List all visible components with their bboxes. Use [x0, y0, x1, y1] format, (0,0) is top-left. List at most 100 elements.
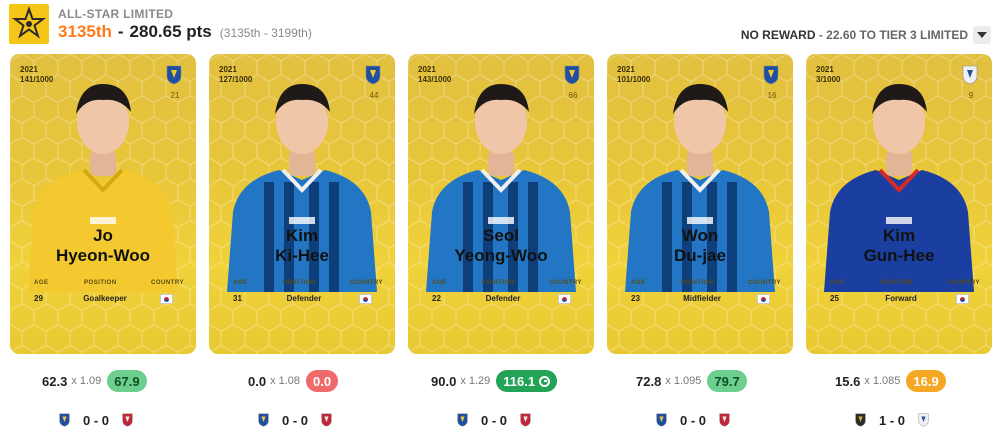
club-badge-wrap [166, 65, 182, 85]
match-result[interactable]: 0 - 0 [456, 412, 532, 428]
player-age: 29 [34, 294, 43, 303]
ulsan-club-icon [365, 65, 381, 85]
player-name: Jo Hyeon-Woo [10, 226, 196, 266]
base-score: 62.3 [42, 373, 68, 389]
total-score-badge[interactable]: 0.0 [306, 370, 339, 392]
player-first-name: Seol [483, 226, 519, 245]
reward-status: NO REWARD - 22.60 TO TIER 3 LIMITED [741, 28, 968, 42]
club-badge-wrap [962, 65, 978, 85]
total-score-badge[interactable]: 16.9 [906, 370, 946, 392]
total-score-badge[interactable]: 116.1 [496, 370, 558, 392]
league-logo-icon [9, 4, 49, 44]
country-label: COUNTRY [151, 280, 184, 286]
card-season: 2021 [20, 65, 38, 74]
player-last-name: Du-jae [674, 246, 726, 265]
home-team-wrap [655, 413, 668, 427]
south-korea-flag-icon [757, 294, 770, 304]
stat-labels: AGE POSITION COUNTRY [806, 280, 992, 290]
south-korea-flag-icon [956, 294, 969, 304]
player-last-name: Gun-Hee [863, 246, 935, 265]
age-label: AGE [233, 280, 248, 286]
stat-values: 23 Midfielder [607, 294, 793, 306]
card-serial: 3/1000 [816, 75, 841, 84]
shirt-number: 21 [170, 91, 180, 100]
player-first-name: Won [681, 226, 719, 245]
home-team-wrap [257, 413, 270, 427]
rank-range: (3135th - 3199th) [219, 26, 312, 40]
player-card[interactable]: 2021 143/1000 66 Seol Yeong-Woo AGE POSI… [408, 54, 594, 354]
match-result[interactable]: 0 - 0 [655, 412, 731, 428]
match-score: 0 - 0 [481, 412, 508, 428]
player-card[interactable]: 2021 3/1000 9 Kim Gun-Hee AGE POSITION C… [806, 54, 992, 354]
card-season: 2021 [816, 65, 834, 74]
match-score: 0 - 0 [680, 412, 707, 428]
player-age: 22 [432, 294, 441, 303]
match-result[interactable]: 0 - 0 [257, 412, 333, 428]
away-team-wrap [320, 413, 333, 427]
player-age: 23 [631, 294, 640, 303]
reward-label: NO REWARD [740, 28, 816, 42]
home-team-icon [258, 413, 269, 427]
player-card[interactable]: 2021 141/1000 21 Jo Hyeon-Woo AGE POSITI… [10, 54, 196, 354]
age-label: AGE [830, 280, 845, 286]
position-label: POSITION [482, 280, 515, 286]
match-score: 0 - 0 [83, 412, 110, 428]
country-label: COUNTRY [549, 280, 582, 286]
points: 280.65 pts [129, 22, 212, 41]
card-score: 90.0 x 1.29 116.1 [431, 370, 558, 392]
reward-detail: - 22.60 TO TIER 3 LIMITED [815, 28, 968, 42]
away-team-wrap [519, 413, 532, 427]
player-position: Midfielder [683, 294, 721, 303]
total-score: 116.1 [503, 373, 536, 389]
stat-values: 31 Defender [209, 294, 395, 306]
player-last-name: Ki-Hee [275, 246, 329, 265]
away-team-icon [719, 413, 730, 427]
card-serial: 101/1000 [617, 75, 651, 84]
total-score: 0.0 [313, 373, 332, 389]
player-first-name: Jo [93, 226, 113, 245]
south-korea-flag-icon [160, 294, 173, 304]
match-score: 0 - 0 [282, 412, 309, 428]
card-serial: 141/1000 [20, 75, 54, 84]
card-score: 72.8 x 1.095 79.7 [636, 370, 747, 392]
south-korea-flag-icon [558, 294, 571, 304]
player-name: Seol Yeong-Woo [408, 226, 594, 266]
ulsan-club-icon [564, 65, 580, 85]
card-serial: 143/1000 [418, 75, 452, 84]
away-team-wrap [917, 413, 930, 427]
stat-labels: AGE POSITION COUNTRY [10, 280, 196, 290]
chevron-down-icon [977, 32, 987, 38]
goal-icon [539, 375, 551, 387]
multiplier: x 1.095 [665, 375, 702, 387]
club-badge-wrap [564, 65, 580, 85]
reward-dropdown-button[interactable] [973, 26, 991, 44]
match-result[interactable]: 1 - 0 [854, 412, 930, 428]
position-label: POSITION [84, 280, 117, 286]
club-badge-wrap [365, 65, 381, 85]
player-card[interactable]: 2021 101/1000 16 Won Du-jae AGE POSITION… [607, 54, 793, 354]
card-season: 2021 [617, 65, 635, 74]
country-label: COUNTRY [350, 280, 383, 286]
total-score-badge[interactable]: 79.7 [707, 370, 747, 392]
stat-values: 22 Defender [408, 294, 594, 306]
shirt-number: 44 [369, 91, 379, 100]
country-label: COUNTRY [947, 280, 980, 286]
match-result[interactable]: 0 - 0 [58, 412, 134, 428]
home-team-icon [855, 413, 866, 427]
score-summary: 3135th - 280.65 pts (3135th - 3199th) [58, 22, 312, 42]
away-team-icon [122, 413, 133, 427]
player-card[interactable]: 2021 127/1000 44 Kim Ki-Hee AGE POSITION… [209, 54, 395, 354]
stat-labels: AGE POSITION COUNTRY [408, 280, 594, 290]
home-team-icon [457, 413, 468, 427]
total-score-badge[interactable]: 67.9 [107, 370, 147, 392]
total-score: 16.9 [913, 373, 939, 389]
player-name: Kim Ki-Hee [209, 226, 395, 266]
away-team-wrap [718, 413, 731, 427]
position-label: POSITION [283, 280, 316, 286]
card-score: 0.0 x 1.08 0.0 [248, 370, 339, 392]
ulsan-club-icon [763, 65, 779, 85]
card-season: 2021 [418, 65, 436, 74]
shirt-number: 16 [767, 91, 777, 100]
stat-values: 29 Goalkeeper [10, 294, 196, 306]
position-label: POSITION [880, 280, 913, 286]
